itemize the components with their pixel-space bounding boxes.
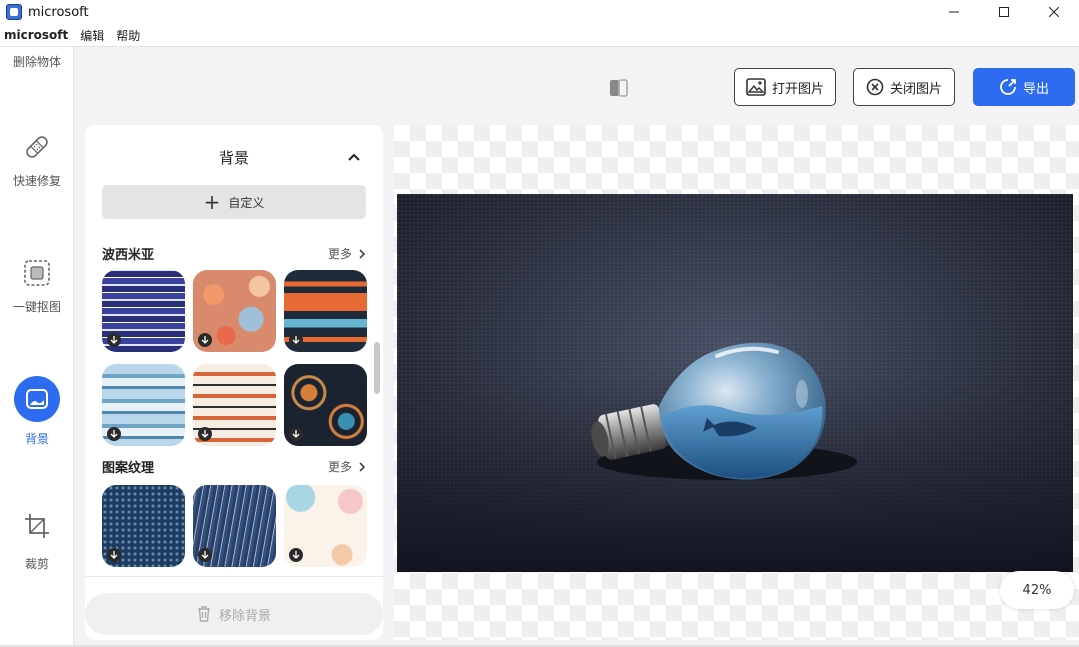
title-bar: microsoft xyxy=(0,0,1079,24)
rail-item-background[interactable]: 背景 xyxy=(0,376,74,447)
menu-edit[interactable]: 编辑 xyxy=(80,27,104,44)
more-label: 更多 xyxy=(327,247,352,261)
chevron-up-icon[interactable] xyxy=(347,149,361,163)
background-thumbnail[interactable] xyxy=(284,270,367,352)
panel-scrollbar[interactable] xyxy=(374,342,380,394)
more-link[interactable]: 更多 xyxy=(328,245,366,262)
minimize-icon xyxy=(949,11,959,13)
rail-item-remove-object[interactable]: 删除物体 xyxy=(0,53,74,70)
download-icon xyxy=(198,427,212,441)
download-icon xyxy=(107,548,121,562)
more-link[interactable]: 更多 xyxy=(328,458,366,475)
download-icon xyxy=(289,333,303,347)
background-thumbnail[interactable] xyxy=(102,270,185,352)
minimize-button[interactable] xyxy=(929,0,979,24)
rail-item-crop[interactable]: 裁剪 xyxy=(0,511,74,572)
rail-item-label: 删除物体 xyxy=(12,55,61,69)
remove-background-button[interactable]: 移除背景 xyxy=(85,593,383,635)
crop-icon xyxy=(22,511,52,541)
plus-icon: + xyxy=(203,190,221,214)
export-label: 导出 xyxy=(1022,81,1049,97)
background-thumbnail[interactable] xyxy=(193,270,276,352)
background-thumbnail[interactable] xyxy=(193,364,276,446)
panel-divider xyxy=(85,576,383,577)
rail-item-quick-fix[interactable]: 快速修复 xyxy=(0,132,74,189)
section-title: 图案纹理 xyxy=(102,461,155,476)
menu-bar: microsoft 编辑 帮助 xyxy=(0,24,1079,46)
window-title: microsoft xyxy=(28,4,89,20)
maximize-icon xyxy=(999,7,1009,17)
background-panel: 背景 + 自定义 波西米亚 更多 图案纹理 更多 移除背景 xyxy=(85,125,383,640)
more-label: 更多 xyxy=(327,460,352,474)
background-thumbnail[interactable] xyxy=(102,364,185,446)
custom-background-button[interactable]: + 自定义 xyxy=(102,185,366,219)
download-icon xyxy=(107,333,121,347)
close-image-label: 关闭图片 xyxy=(889,81,942,97)
rail-item-label: 背景 xyxy=(24,432,49,446)
custom-background-label: 自定义 xyxy=(228,195,265,210)
background-thumbnail[interactable] xyxy=(284,485,367,567)
rail-item-cutout[interactable]: 一键抠图 xyxy=(0,258,74,315)
menu-help[interactable]: 帮助 xyxy=(116,27,140,44)
menu-app[interactable]: microsoft xyxy=(4,28,68,42)
window-controls xyxy=(929,0,1079,24)
compare-toggle-icon[interactable] xyxy=(607,76,631,100)
section-header-pattern-texture: 图案纹理 更多 xyxy=(102,457,366,476)
app-icon xyxy=(6,4,22,20)
rail-item-label: 一键抠图 xyxy=(12,300,61,314)
download-icon xyxy=(289,548,303,562)
download-icon xyxy=(198,333,212,347)
lightbulb-photo xyxy=(397,194,1073,572)
chevron-right-icon xyxy=(359,248,366,259)
export-button[interactable]: 导出 xyxy=(973,68,1075,106)
photo-preview xyxy=(397,194,1073,572)
export-icon xyxy=(1000,79,1016,95)
download-icon xyxy=(198,548,212,562)
background-thumbnail[interactable] xyxy=(102,485,185,567)
section-title: 波西米亚 xyxy=(102,248,155,263)
menu-divider xyxy=(0,46,1079,47)
download-icon xyxy=(289,427,303,441)
background-thumbnail[interactable] xyxy=(284,364,367,446)
open-image-label: 打开图片 xyxy=(771,81,824,97)
image-icon xyxy=(746,78,766,96)
section-header-bohemian: 波西米亚 更多 xyxy=(102,244,366,263)
trash-icon xyxy=(197,606,210,622)
open-image-button[interactable]: 打开图片 xyxy=(734,68,836,106)
close-icon xyxy=(1049,7,1059,17)
maximize-button[interactable] xyxy=(979,0,1029,24)
bandage-icon xyxy=(22,132,52,162)
tool-rail: 删除物体 快速修复 一键抠图 背景 裁剪 xyxy=(0,47,74,647)
background-icon xyxy=(14,376,60,422)
close-image-button[interactable]: 关闭图片 xyxy=(853,68,955,106)
panel-title: 背景 xyxy=(218,149,249,167)
zoom-level[interactable]: 42% xyxy=(1000,571,1074,609)
download-icon xyxy=(107,427,121,441)
cutout-icon xyxy=(22,258,52,288)
close-window-button[interactable] xyxy=(1029,0,1079,24)
chevron-right-icon xyxy=(359,461,366,472)
rail-item-label: 快速修复 xyxy=(12,174,61,188)
remove-background-label: 移除背景 xyxy=(218,608,271,624)
background-thumbnail[interactable] xyxy=(193,485,276,567)
rail-item-label: 裁剪 xyxy=(24,557,49,571)
zoom-value: 42% xyxy=(1022,582,1052,598)
close-circle-icon xyxy=(866,78,884,96)
